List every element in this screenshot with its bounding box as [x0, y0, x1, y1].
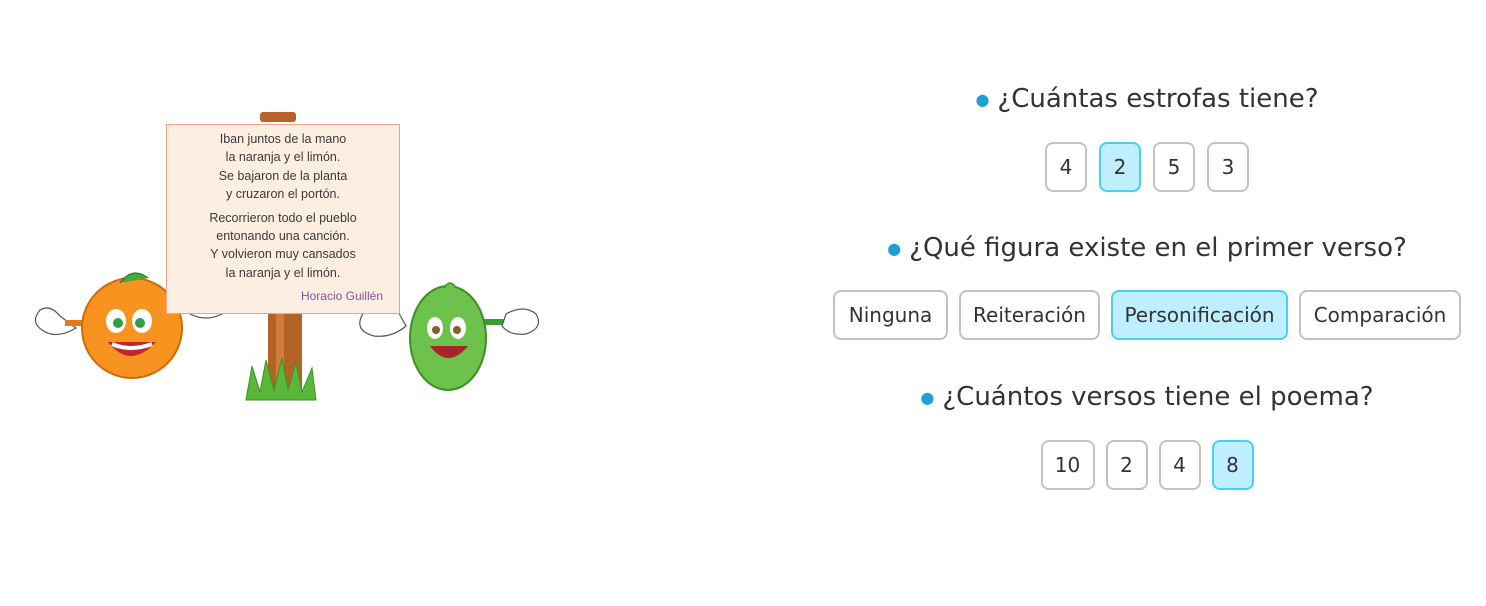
question-2: ● ¿Qué figura existe en el primer verso?	[830, 233, 1464, 263]
bullet-icon: ●	[975, 90, 990, 109]
poem-line: Recorrieron todo el pueblo	[209, 210, 357, 225]
poem-line: Iban juntos de la mano	[219, 132, 347, 146]
poem-line: la naranja y el limón.	[225, 150, 341, 165]
option-button[interactable]: 3	[1207, 142, 1249, 192]
option-button-selected[interactable]: 8	[1211, 440, 1254, 490]
poem-line: entonando una canción.	[216, 229, 350, 244]
question-1: ● ¿Cuántas estrofas tiene?	[830, 84, 1464, 114]
options-question-3: 10 2 4 8	[830, 440, 1464, 490]
poem-line: Y volvieron muy cansados	[210, 247, 356, 262]
option-button[interactable]: 4	[1158, 440, 1201, 490]
question-text: ¿Cuántas estrofas tiene?	[997, 84, 1319, 114]
bullet-icon: ●	[887, 239, 902, 258]
poem-illustration: Iban juntos de la mano la naranja y el l…	[20, 108, 550, 408]
bullet-icon: ●	[920, 388, 935, 407]
poem-stanza-2: Recorrieron todo el pueblo entonando una…	[167, 209, 399, 283]
option-button[interactable]: Ninguna	[833, 290, 948, 340]
grass-icon	[245, 357, 317, 401]
option-button[interactable]: 4	[1045, 142, 1087, 192]
options-question-1: 4 2 5 3	[830, 142, 1464, 192]
option-button[interactable]: Comparación	[1299, 290, 1461, 340]
option-button[interactable]: Reiteración	[959, 290, 1100, 340]
poem-stanza-1: Iban juntos de la mano la naranja y el l…	[167, 130, 399, 204]
poem-line: y cruzaron el portón.	[226, 187, 340, 202]
option-button-selected[interactable]: Personificación	[1111, 290, 1288, 340]
options-question-2: Ninguna Reiteración Personificación Comp…	[830, 290, 1464, 340]
question-text: ¿Qué figura existe en el primer verso?	[909, 233, 1407, 263]
question-3: ● ¿Cuántos versos tiene el poema?	[830, 382, 1464, 412]
poem-author: Horacio Guillén	[300, 289, 383, 304]
poem-line: Se bajaron de la planta	[218, 168, 348, 183]
question-text: ¿Cuántos versos tiene el poema?	[942, 382, 1374, 412]
option-button-selected[interactable]: 2	[1099, 142, 1141, 192]
option-button[interactable]: 2	[1105, 440, 1148, 490]
option-button[interactable]: 10	[1040, 440, 1095, 490]
poem-sign: Iban juntos de la mano la naranja y el l…	[166, 124, 400, 314]
poem-line: la naranja y el limón.	[225, 265, 341, 280]
option-button[interactable]: 5	[1153, 142, 1195, 192]
